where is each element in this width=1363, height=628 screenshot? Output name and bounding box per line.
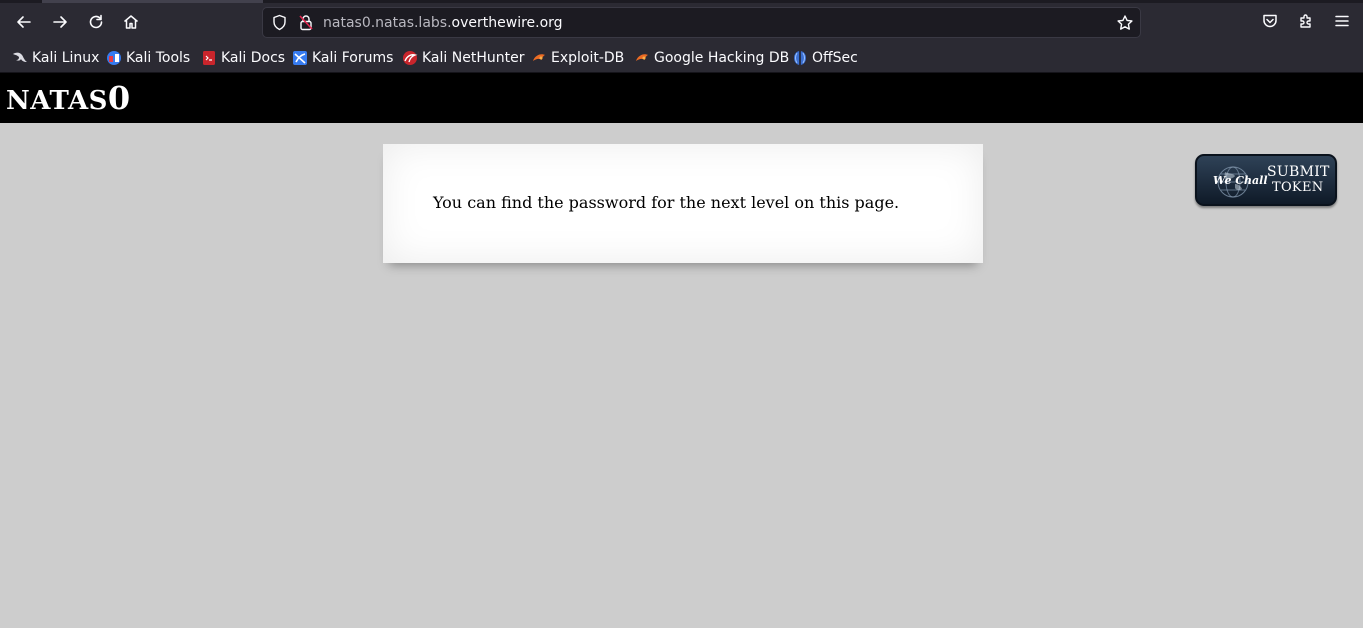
bookmark-offsec[interactable]: OffSec [792,48,858,68]
bookmark-kali-forums[interactable]: Kali Forums [292,48,393,68]
wechall-logo-text: We Chall [1213,174,1268,187]
page-title-text: NATAS [6,86,108,116]
bookmark-label: Kali Tools [126,50,191,66]
url-text[interactable]: natas0.natas.labs.overthewire.org [323,14,563,32]
bookmark-star-icon[interactable] [1116,14,1134,32]
insecure-lock-icon[interactable] [298,14,314,31]
kali-forums-icon [293,51,307,65]
level-message: You can find the password for the next l… [433,193,900,212]
active-tab-indicator[interactable] [42,0,263,3]
pocket-icon[interactable] [1261,12,1279,30]
tab-strip [0,0,1363,3]
url-prefix: natas0.natas.labs. [323,15,452,31]
kali-nethunter-icon [403,51,418,65]
reload-button[interactable] [82,8,110,36]
forward-button[interactable] [46,8,74,36]
kali-tools-icon [107,51,121,65]
reload-icon [89,14,103,29]
page-header: NATAS0 [0,73,1363,123]
bookmark-label: Kali NetHunter [422,50,525,66]
bookmark-google-hacking-db[interactable]: Google Hacking DB [634,48,789,68]
ghdb-icon [636,54,648,61]
bookmark-kali-linux[interactable]: Kali Linux [12,48,99,68]
kali-docs-icon [203,51,215,65]
wechall-submit-token-button[interactable]: We Chall SUBMIT TOKEN [1195,154,1337,206]
bookmark-kali-docs[interactable]: Kali Docs [201,48,285,68]
kali-dragon-icon [13,52,27,62]
tracking-protection-shield-icon[interactable] [271,14,288,31]
token-label: TOKEN [1272,180,1324,195]
bookmark-exploit-db[interactable]: Exploit-DB [531,48,624,68]
bookmark-label: Google Hacking DB [654,50,790,66]
exploit-db-icon [533,54,545,61]
menu-icon[interactable] [1333,12,1351,30]
home-icon [124,15,138,29]
page-title-level: 0 [107,79,131,117]
submit-label: SUBMIT [1267,164,1330,180]
bookmark-label: Kali Linux [32,50,100,66]
offsec-icon [794,51,806,65]
browser-toolbar: natas0.natas.labs.overthewire.org [0,0,1363,44]
arrow-left-icon [17,16,31,28]
url-domain: overthewire.org [451,15,563,31]
bookmarks-toolbar: Kali Linux Kali Tools Kali Docs Kali For… [0,44,1363,73]
bookmark-kali-tools[interactable]: Kali Tools [106,48,190,68]
bookmark-label: Kali Docs [221,50,286,66]
url-bar[interactable]: natas0.natas.labs.overthewire.org [262,7,1141,38]
home-button[interactable] [117,8,145,36]
bookmark-kali-nethunter[interactable]: Kali NetHunter [402,48,524,68]
extensions-icon[interactable] [1297,12,1315,30]
content-box: You can find the password for the next l… [383,144,983,263]
arrow-right-icon [53,16,67,28]
bookmark-label: Kali Forums [312,50,394,66]
bookmark-label: Exploit-DB [551,50,625,66]
page-title: NATAS0 [6,82,131,116]
back-button[interactable] [10,8,38,36]
bookmark-label: OffSec [812,50,858,66]
